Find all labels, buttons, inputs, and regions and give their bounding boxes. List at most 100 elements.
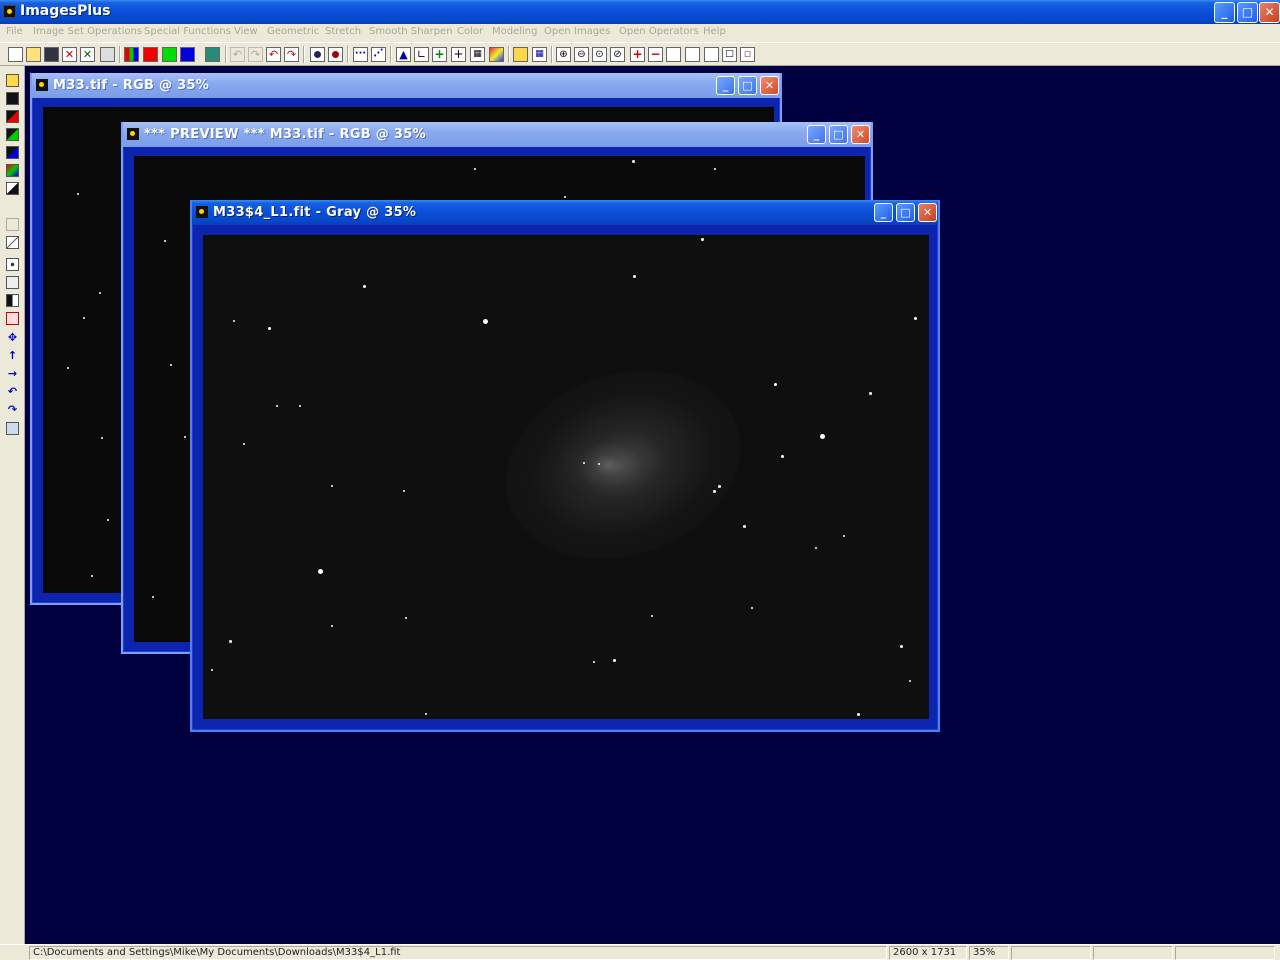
zoom-in-icon[interactable]: ⊕: [556, 47, 571, 62]
right-arrow-icon[interactable]: →: [6, 368, 19, 381]
undo-all-icon[interactable]: ↶: [266, 47, 281, 62]
palette-icon[interactable]: [489, 47, 504, 62]
rgb-channels-icon[interactable]: [124, 47, 139, 62]
levels-icon[interactable]: [6, 276, 19, 289]
status-cell-empty: [1093, 946, 1173, 960]
zoom-1to1-icon[interactable]: ⊘: [610, 47, 625, 62]
print-icon[interactable]: [100, 47, 115, 62]
cross-icon[interactable]: +: [432, 47, 447, 62]
red-channel-icon[interactable]: [143, 47, 158, 62]
selection-icon[interactable]: ▦: [532, 47, 547, 62]
window-maximize-button[interactable]: □: [738, 76, 757, 95]
maximize-button[interactable]: □: [1237, 2, 1258, 23]
star: [425, 713, 427, 715]
color-pick-icon[interactable]: [310, 47, 325, 62]
star-profile-icon[interactable]: ⋰: [371, 47, 386, 62]
window-title-bar[interactable]: M33.tif - RGB @ 35% _ □ ✕: [32, 73, 780, 98]
save-icon[interactable]: [44, 47, 59, 62]
contrast-icon[interactable]: [6, 294, 19, 307]
window-minimize-button[interactable]: _: [716, 76, 735, 95]
crosshair-icon[interactable]: +: [451, 47, 466, 62]
grid-icon[interactable]: ▦: [470, 47, 485, 62]
disabled-tool-icon[interactable]: [6, 218, 19, 231]
star: [713, 490, 716, 493]
minimize-button[interactable]: _: [1214, 2, 1235, 23]
zoom-fit-icon[interactable]: ⊙: [592, 47, 607, 62]
slash-tool-icon[interactable]: [6, 236, 19, 249]
menu-stretch[interactable]: Stretch: [325, 26, 361, 37]
redo-all-icon[interactable]: ↷: [284, 47, 299, 62]
menu-view[interactable]: View: [234, 26, 258, 37]
menu-help[interactable]: Help: [703, 26, 726, 37]
reset-icon[interactable]: [6, 312, 19, 325]
save-icon[interactable]: [6, 74, 19, 87]
image-canvas[interactable]: [203, 235, 929, 719]
star: [268, 327, 271, 330]
crop-icon[interactable]: [6, 258, 19, 271]
green-channel-icon[interactable]: [162, 47, 177, 62]
menu-open-operators[interactable]: Open Operators: [619, 26, 699, 37]
window-minimize-button[interactable]: _: [807, 125, 826, 144]
window-maximize-button[interactable]: □: [829, 125, 848, 144]
menu-open-images[interactable]: Open Images: [544, 26, 610, 37]
rect-select-icon[interactable]: [666, 47, 681, 62]
star: [474, 168, 476, 170]
close-all-icon[interactable]: ✕: [80, 47, 95, 62]
window-close-button[interactable]: ✕: [918, 203, 937, 222]
menu-special-functions[interactable]: Special Functions: [144, 26, 231, 37]
new-icon[interactable]: [8, 47, 23, 62]
small-point-icon[interactable]: □: [740, 47, 755, 62]
window-close-button[interactable]: ✕: [851, 125, 870, 144]
flip-icon[interactable]: [6, 422, 19, 435]
up-arrow-icon[interactable]: ↑: [6, 350, 19, 363]
star: [299, 405, 301, 407]
undo-icon[interactable]: ↶: [230, 47, 245, 62]
window-title-bar[interactable]: M33$4_L1.fit - Gray @ 35% _ □ ✕: [192, 200, 938, 225]
rotate-left-icon[interactable]: ↶: [6, 386, 19, 399]
zoom-out-icon[interactable]: ⊖: [574, 47, 589, 62]
measure-icon[interactable]: ∟: [414, 47, 429, 62]
window-title-bar[interactable]: *** PREVIEW *** M33.tif - RGB @ 35% _ □ …: [123, 122, 871, 147]
invert-icon[interactable]: [6, 182, 19, 195]
color-pick-alt-icon[interactable]: [328, 47, 343, 62]
star: [243, 443, 245, 445]
open-icon[interactable]: [26, 47, 41, 62]
app-title-bar[interactable]: ImagesPlus _ □ ✕: [0, 0, 1280, 24]
window-title: *** PREVIEW *** M33.tif - RGB @ 35%: [144, 127, 426, 142]
redo-icon[interactable]: ↷: [248, 47, 263, 62]
black-swatch-icon[interactable]: [6, 92, 19, 105]
move-icon[interactable]: ✥: [6, 332, 19, 345]
close-button[interactable]: ✕: [1259, 2, 1280, 23]
window-maximize-button[interactable]: □: [896, 203, 915, 222]
rotate-right-icon[interactable]: ↷: [6, 404, 19, 417]
rect-select-2-icon[interactable]: [685, 47, 700, 62]
window-close-button[interactable]: ✕: [760, 76, 779, 95]
status-bar: C:\Documents and Settings\Mike\My Docume…: [0, 944, 1280, 960]
image-window-m33-gray[interactable]: M33$4_L1.fit - Gray @ 35% _ □ ✕: [190, 200, 940, 732]
green-mix-icon[interactable]: [6, 128, 19, 141]
histogram-icon[interactable]: [205, 47, 220, 62]
triangle-icon[interactable]: ▲: [396, 47, 411, 62]
menu-smooth-sharpen[interactable]: Smooth Sharpen: [369, 26, 453, 37]
menu-image-set-operations[interactable]: Image Set Operations: [33, 26, 142, 37]
pencil-icon[interactable]: [513, 47, 528, 62]
red-mix-icon[interactable]: [6, 110, 19, 123]
menu-geometric[interactable]: Geometric: [267, 26, 319, 37]
rect-select-3-icon[interactable]: [704, 47, 719, 62]
blue-mix-icon[interactable]: [6, 146, 19, 159]
rgb-mix-icon[interactable]: [6, 164, 19, 177]
star: [363, 285, 366, 288]
line-profile-icon[interactable]: ···: [353, 47, 368, 62]
app-title: ImagesPlus: [20, 3, 111, 19]
point-icon[interactable]: □: [722, 47, 737, 62]
window-minimize-button[interactable]: _: [874, 203, 893, 222]
add-icon[interactable]: +: [630, 47, 645, 62]
menu-modeling[interactable]: Modeling: [492, 26, 538, 37]
star: [152, 596, 154, 598]
menu-color[interactable]: Color: [457, 26, 483, 37]
menu-bar: File Image Set Operations Special Functi…: [0, 24, 1280, 42]
close-image-icon[interactable]: ✕: [62, 47, 77, 62]
subtract-icon[interactable]: −: [648, 47, 663, 62]
menu-file[interactable]: File: [6, 26, 23, 37]
blue-channel-icon[interactable]: [180, 47, 195, 62]
